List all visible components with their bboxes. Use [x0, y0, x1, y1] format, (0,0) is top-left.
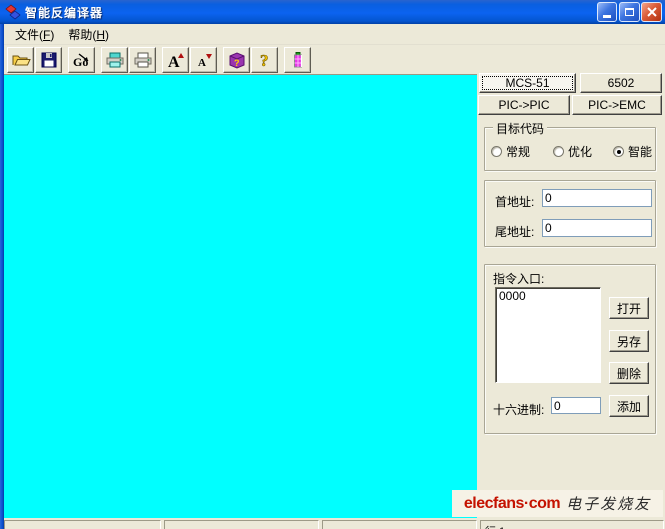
instruction-entry-group: 指令入口: 0000 打开 另存 删除 添加 十六进制: — [484, 264, 656, 434]
radio-smart[interactable]: 智能 — [613, 143, 652, 160]
svg-text:?: ? — [260, 51, 269, 70]
font-increase-button[interactable]: A — [162, 47, 189, 73]
status-bar: 行:1 — [4, 518, 665, 529]
radio-optimized-label: 优化 — [568, 143, 592, 160]
svg-text:A: A — [168, 54, 180, 70]
menu-help[interactable]: 帮助(H) — [61, 24, 116, 45]
help-book-icon: ? — [227, 50, 247, 70]
font-decrease-icon: A — [194, 50, 214, 70]
tab-mcs51[interactable]: MCS-51 — [479, 73, 576, 93]
app-icon — [5, 4, 21, 20]
maximize-button[interactable] — [619, 2, 640, 22]
printer-icon — [133, 50, 153, 70]
svg-text:?: ? — [234, 58, 240, 68]
help-button[interactable]: ? — [251, 47, 278, 73]
minimize-button[interactable] — [597, 2, 617, 22]
radio-smart-label: 智能 — [628, 143, 652, 160]
go-arrow-icon: Go — [71, 50, 93, 70]
radio-normal-label: 常规 — [506, 143, 530, 160]
svg-text:A: A — [198, 57, 206, 69]
radio-smart-circle-icon — [613, 146, 624, 157]
end-address-label: 尾地址: — [495, 223, 534, 240]
status-panel-2 — [164, 520, 319, 529]
start-address-input[interactable] — [542, 189, 652, 207]
address-group: 首地址: 尾地址: — [484, 180, 656, 247]
battery-button[interactable] — [284, 47, 311, 73]
print-button[interactable] — [129, 47, 156, 73]
status-panel-1 — [4, 520, 161, 529]
radio-normal[interactable]: 常规 — [491, 143, 530, 160]
svg-text:Go: Go — [73, 55, 88, 69]
watermark-brand: elecfans·com — [464, 495, 560, 513]
print-setup-icon — [105, 50, 125, 70]
close-icon — [647, 7, 657, 17]
watermark-chinese: 电子发烧友 — [566, 493, 651, 514]
font-increase-icon: A — [166, 50, 186, 70]
battery-icon — [288, 50, 308, 70]
maximize-icon — [625, 8, 634, 16]
add-button[interactable]: 添加 — [609, 395, 649, 417]
help-book-button[interactable]: ? — [223, 47, 250, 73]
radio-normal-circle-icon — [491, 146, 502, 157]
elecfans-watermark: elecfans·com 电子发烧友 — [452, 490, 663, 517]
start-address-label: 首地址: — [495, 193, 534, 210]
save-as-button[interactable]: 另存 — [609, 330, 649, 352]
save-button[interactable] — [35, 47, 62, 73]
app-window: 智能反编译器 文件(F) 帮助(H) — [0, 0, 665, 529]
status-panel-3 — [322, 520, 477, 529]
close-button[interactable] — [641, 2, 662, 22]
end-address-input[interactable] — [542, 219, 652, 237]
list-item[interactable]: 0000 — [496, 288, 600, 304]
toolbar: Go A — [4, 45, 665, 74]
target-code-options: 常规 优化 智能 — [485, 143, 655, 163]
delete-button[interactable]: 删除 — [609, 362, 649, 384]
open-button[interactable] — [7, 47, 34, 73]
instruction-entry-label: 指令入口: — [493, 270, 544, 287]
print-setup-button[interactable] — [101, 47, 128, 73]
menu-file[interactable]: 文件(F) — [8, 24, 61, 45]
tab-6502[interactable]: 6502 — [580, 73, 662, 93]
save-floppy-icon — [39, 50, 59, 70]
question-mark-icon: ? — [255, 50, 275, 70]
go-button[interactable]: Go — [68, 47, 95, 73]
hex-input[interactable] — [551, 397, 601, 414]
title-bar: 智能反编译器 — [0, 0, 665, 24]
target-code-group: 目标代码 常规 优化 智能 — [484, 127, 656, 171]
font-decrease-button[interactable]: A — [190, 47, 217, 73]
window-title: 智能反编译器 — [25, 4, 103, 21]
minimize-icon — [603, 15, 611, 18]
control-panel: MCS-51 6502 PIC->PIC PIC->EMC 目标代码 常规 优化… — [477, 73, 665, 519]
decompile-output-area[interactable] — [4, 74, 477, 519]
hex-label: 十六进制: — [493, 401, 544, 418]
target-code-group-title: 目标代码 — [493, 120, 547, 137]
tab-pic-emc[interactable]: PIC->EMC — [572, 95, 662, 115]
tab-pic-pic[interactable]: PIC->PIC — [478, 95, 570, 115]
radio-optimized[interactable]: 优化 — [553, 143, 592, 160]
open-entry-button[interactable]: 打开 — [609, 297, 649, 319]
menu-bar: 文件(F) 帮助(H) — [4, 24, 665, 45]
radio-optimized-circle-icon — [553, 146, 564, 157]
entry-listbox[interactable]: 0000 — [495, 287, 601, 383]
open-folder-icon — [11, 50, 31, 70]
status-panel-line: 行:1 — [480, 520, 664, 529]
